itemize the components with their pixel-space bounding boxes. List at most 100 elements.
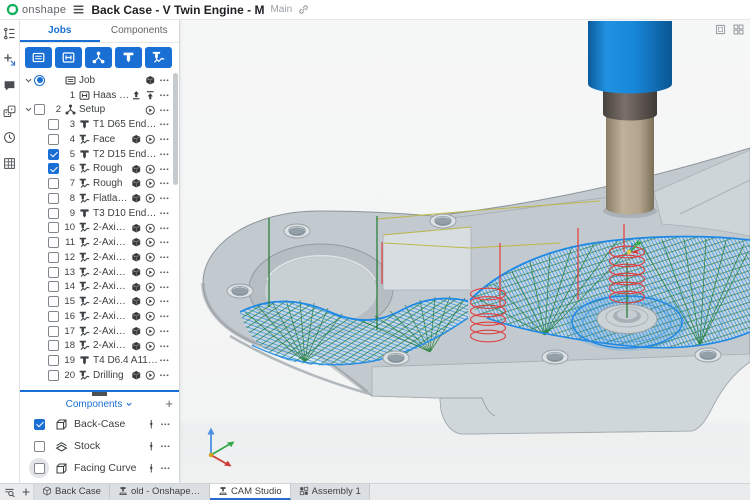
- simulation-cube-icon[interactable]: [144, 74, 156, 86]
- play-icon[interactable]: [144, 251, 156, 263]
- simulation-cube-icon[interactable]: [130, 369, 142, 381]
- overflow-menu-icon[interactable]: [158, 237, 170, 249]
- job-tree-row[interactable]: 2Setup: [20, 103, 179, 118]
- job-tree-row[interactable]: 152-Axis …: [20, 294, 179, 309]
- play-icon[interactable]: [144, 178, 156, 190]
- visibility-checkbox[interactable]: [48, 178, 59, 189]
- visibility-checkbox[interactable]: [48, 163, 59, 174]
- visibility-checkbox[interactable]: [48, 149, 59, 160]
- visibility-checkbox[interactable]: [48, 296, 59, 307]
- simulation-cube-icon[interactable]: [130, 192, 142, 204]
- job-tree-row[interactable]: 172-Axis …: [20, 324, 179, 339]
- job-tree-row[interactable]: 5T2 D15 End Mill: [20, 147, 179, 162]
- component-row[interactable]: Back-Case: [20, 413, 179, 435]
- simulation-cube-icon[interactable]: [130, 281, 142, 293]
- overflow-menu-icon[interactable]: [158, 163, 170, 175]
- visibility-checkbox[interactable]: [48, 134, 59, 145]
- component-visibility-checkbox[interactable]: [34, 441, 45, 452]
- overflow-menu-icon[interactable]: [158, 74, 170, 86]
- play-icon[interactable]: [144, 266, 156, 278]
- job-tree-row[interactable]: 122-Axis …: [20, 250, 179, 265]
- document-tab[interactable]: old - Onshape CAM Stu…: [110, 484, 210, 500]
- overflow-menu-icon[interactable]: [158, 325, 170, 337]
- play-icon[interactable]: [144, 222, 156, 234]
- visibility-checkbox[interactable]: [48, 208, 59, 219]
- chevron-down-icon[interactable]: [24, 105, 34, 114]
- overflow-menu-icon[interactable]: [159, 440, 171, 452]
- job-tree-row[interactable]: 162-Axis …: [20, 309, 179, 324]
- visibility-checkbox[interactable]: [48, 267, 59, 278]
- hamburger-menu-icon[interactable]: [72, 3, 85, 16]
- simulation-cube-icon[interactable]: [130, 251, 142, 263]
- 3d-viewport[interactable]: [180, 20, 750, 485]
- job-tree-row[interactable]: 3T1 D65 End Mill: [20, 117, 179, 132]
- component-visibility-checkbox[interactable]: [34, 419, 45, 430]
- panel-splitter[interactable]: [20, 388, 179, 395]
- simulation-cube-icon[interactable]: [130, 133, 142, 145]
- overflow-menu-icon[interactable]: [158, 296, 170, 308]
- overflow-menu-icon[interactable]: [158, 192, 170, 204]
- job-tree-row[interactable]: 132-Axis …: [20, 265, 179, 280]
- visibility-checkbox[interactable]: [48, 326, 59, 337]
- overflow-menu-icon[interactable]: [158, 355, 170, 367]
- visibility-checkbox[interactable]: [48, 281, 59, 292]
- job-tree-row[interactable]: 4Face: [20, 132, 179, 147]
- play-icon[interactable]: [144, 296, 156, 308]
- job-tree-row[interactable]: 1Haas …: [20, 88, 179, 103]
- document-tab[interactable]: Back Case: [34, 484, 110, 500]
- view-settings-icon[interactable]: [733, 24, 744, 35]
- job-tree-row[interactable]: 112-Axis …: [20, 235, 179, 250]
- visibility-checkbox[interactable]: [48, 237, 59, 248]
- panel-tab-jobs[interactable]: Jobs: [20, 20, 100, 42]
- job-tree-row[interactable]: 6Rough: [20, 162, 179, 177]
- history-icon[interactable]: [3, 131, 16, 144]
- version-graph-icon[interactable]: [3, 27, 16, 40]
- pin-icon[interactable]: [145, 462, 157, 474]
- post-process-icon[interactable]: [130, 89, 142, 101]
- play-icon[interactable]: [144, 133, 156, 145]
- overflow-menu-icon[interactable]: [158, 207, 170, 219]
- component-row[interactable]: Facing Curve: [20, 457, 179, 479]
- job-tree-row[interactable]: 19T4 D6.4 A118 …: [20, 353, 179, 368]
- link-icon[interactable]: [298, 4, 309, 15]
- job-tree-row[interactable]: 9T3 D10 End Mill: [20, 206, 179, 221]
- play-icon[interactable]: [144, 192, 156, 204]
- play-icon[interactable]: [144, 281, 156, 293]
- overflow-menu-icon[interactable]: [158, 222, 170, 234]
- overflow-menu-icon[interactable]: [159, 418, 171, 430]
- setup-button[interactable]: [85, 47, 112, 68]
- toolpath-button[interactable]: [145, 47, 172, 68]
- overflow-menu-icon[interactable]: [158, 281, 170, 293]
- play-icon[interactable]: [144, 369, 156, 381]
- insert-plus-icon[interactable]: [3, 53, 16, 66]
- overflow-menu-icon[interactable]: [158, 89, 170, 101]
- job-tree-row[interactable]: 7Rough: [20, 176, 179, 191]
- simulation-cube-icon[interactable]: [130, 310, 142, 322]
- overflow-menu-icon[interactable]: [158, 119, 170, 131]
- add-tab-button[interactable]: [18, 484, 34, 500]
- overflow-menu-icon[interactable]: [159, 462, 171, 474]
- simulation-cube-icon[interactable]: [130, 163, 142, 175]
- overflow-menu-icon[interactable]: [158, 251, 170, 263]
- overflow-menu-icon[interactable]: [158, 266, 170, 278]
- overflow-menu-icon[interactable]: [158, 369, 170, 381]
- job-tree-row[interactable]: 102-Axis …: [20, 221, 179, 236]
- simulation-cube-icon[interactable]: [130, 340, 142, 352]
- job-active-radio[interactable]: [34, 75, 45, 86]
- play-icon[interactable]: [144, 163, 156, 175]
- visibility-checkbox[interactable]: [48, 370, 59, 381]
- play-icon[interactable]: [144, 104, 156, 116]
- section-view-icon[interactable]: [715, 24, 726, 35]
- job-tree-row[interactable]: 182-Axis …: [20, 339, 179, 354]
- job-tree-row[interactable]: 8Flatlands: [20, 191, 179, 206]
- visibility-checkbox[interactable]: [48, 193, 59, 204]
- visibility-checkbox[interactable]: [48, 311, 59, 322]
- chevron-down-icon[interactable]: [24, 76, 34, 85]
- simulation-cube-icon[interactable]: [130, 266, 142, 278]
- document-tab[interactable]: CAM Studio: [210, 484, 291, 500]
- tool-button[interactable]: [115, 47, 142, 68]
- visibility-checkbox[interactable]: [48, 119, 59, 130]
- visibility-checkbox[interactable]: [48, 355, 59, 366]
- pin-icon[interactable]: [145, 440, 157, 452]
- properties-grid-icon[interactable]: [3, 157, 16, 170]
